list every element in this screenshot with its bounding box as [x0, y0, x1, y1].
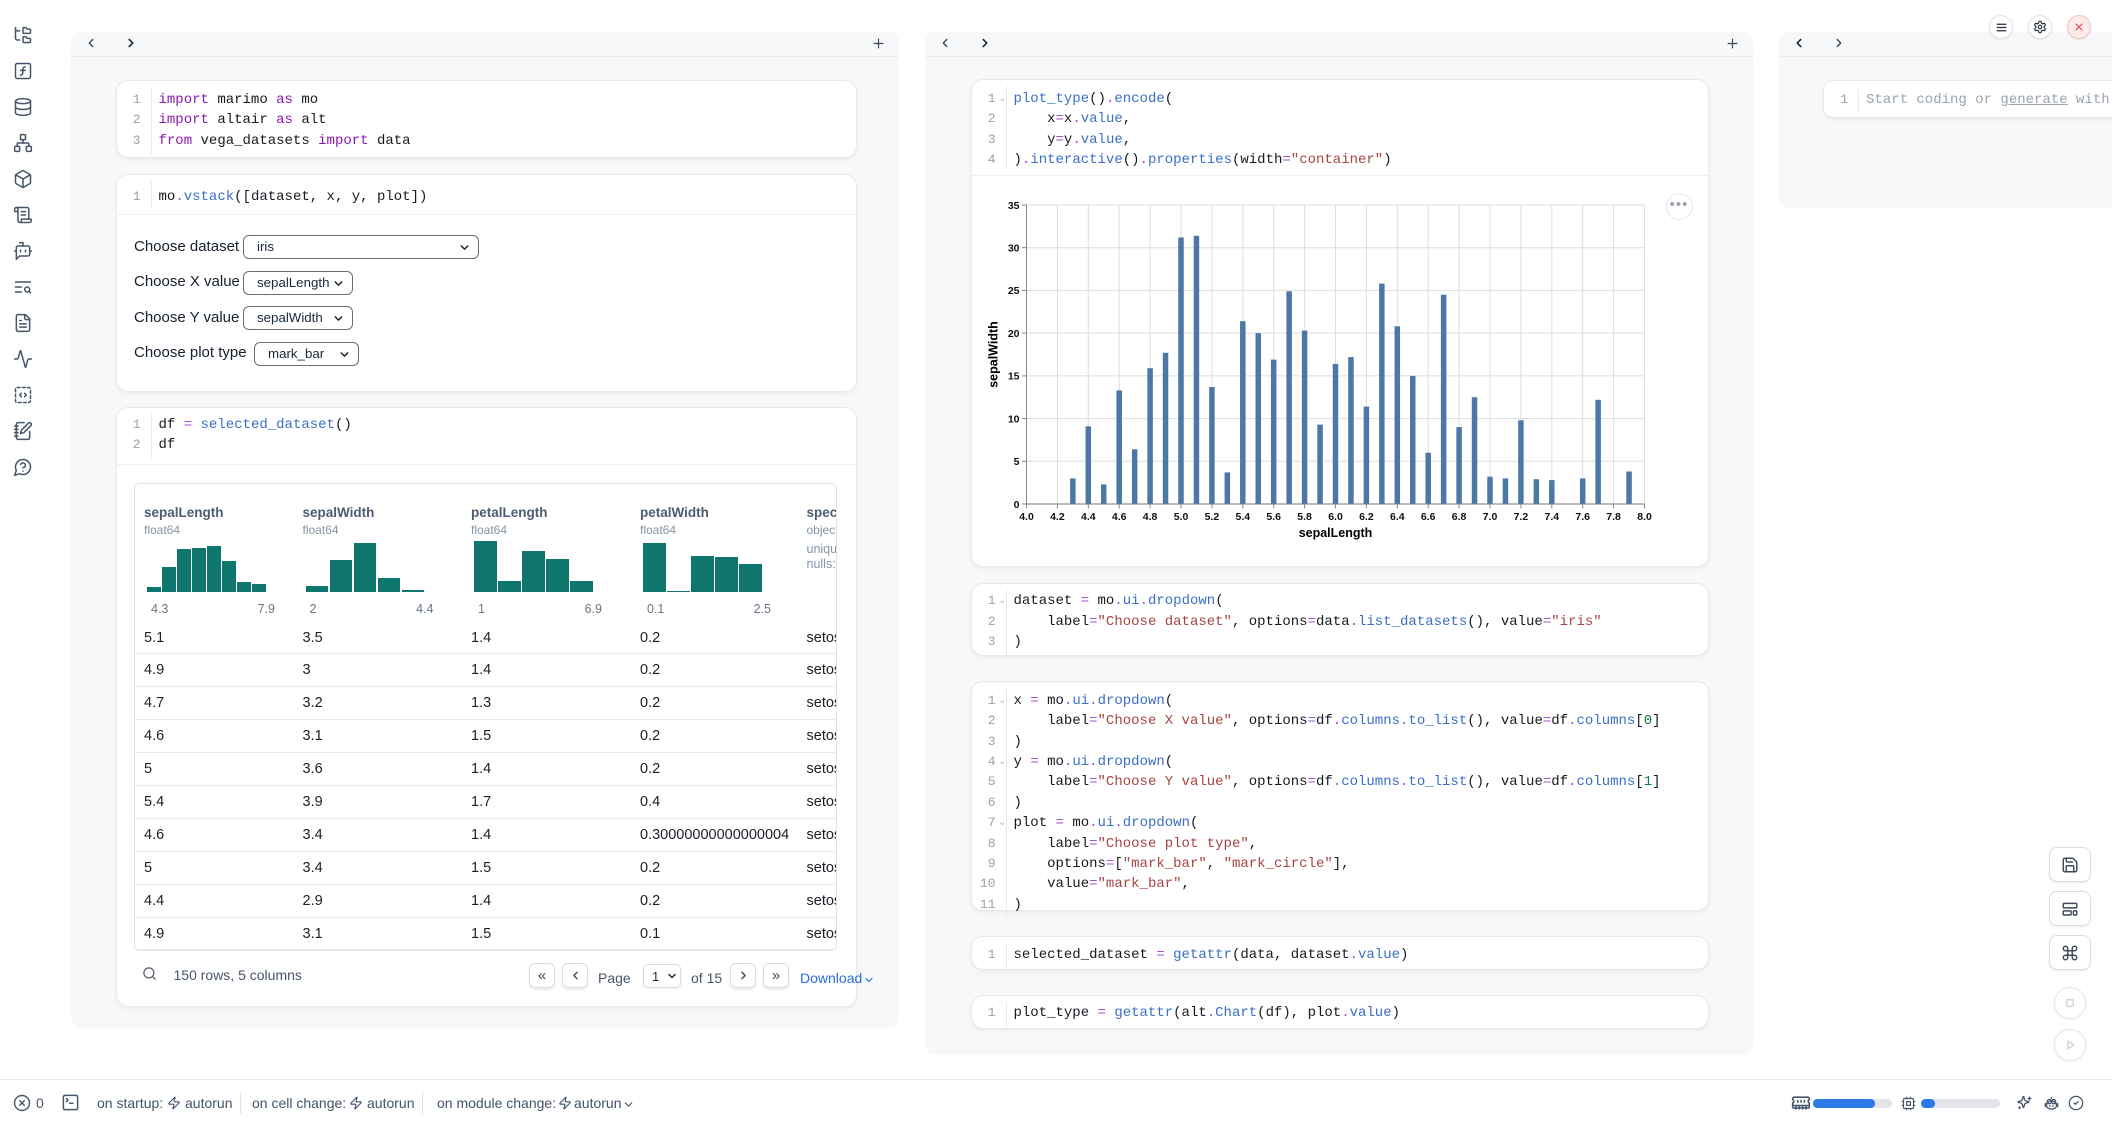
svg-text:7.0: 7.0: [1483, 511, 1498, 523]
svg-text:7.4: 7.4: [1544, 511, 1559, 523]
svg-text:5.6: 5.6: [1266, 511, 1281, 523]
svg-text:4.0: 4.0: [1019, 511, 1034, 523]
svg-text:7.8: 7.8: [1606, 511, 1621, 523]
svg-text:4.2: 4.2: [1050, 511, 1065, 523]
svg-text:4.8: 4.8: [1143, 511, 1158, 523]
svg-text:6.8: 6.8: [1452, 511, 1467, 523]
svg-text:5.8: 5.8: [1297, 511, 1312, 523]
svg-text:4.6: 4.6: [1112, 511, 1127, 523]
svg-text:6.6: 6.6: [1421, 511, 1436, 523]
svg-text:sepalLength: sepalLength: [1299, 526, 1373, 540]
svg-text:20: 20: [1008, 328, 1020, 340]
svg-text:4.4: 4.4: [1081, 511, 1096, 523]
svg-text:10: 10: [1008, 413, 1020, 425]
svg-text:8.0: 8.0: [1637, 511, 1652, 523]
svg-text:5.4: 5.4: [1235, 511, 1250, 523]
svg-text:35: 35: [1008, 200, 1020, 212]
svg-text:5: 5: [1014, 456, 1020, 468]
svg-text:7.6: 7.6: [1575, 511, 1590, 523]
svg-text:5.0: 5.0: [1174, 511, 1189, 523]
svg-text:5.2: 5.2: [1205, 511, 1220, 523]
svg-text:0: 0: [1014, 499, 1020, 511]
svg-text:15: 15: [1008, 371, 1020, 383]
svg-text:6.4: 6.4: [1390, 511, 1405, 523]
svg-text:7.2: 7.2: [1514, 511, 1529, 523]
svg-text:25: 25: [1008, 285, 1020, 297]
svg-text:6.2: 6.2: [1359, 511, 1374, 523]
svg-text:30: 30: [1008, 242, 1020, 254]
svg-text:6.0: 6.0: [1328, 511, 1343, 523]
svg-text:sepalWidth: sepalWidth: [987, 321, 1001, 388]
